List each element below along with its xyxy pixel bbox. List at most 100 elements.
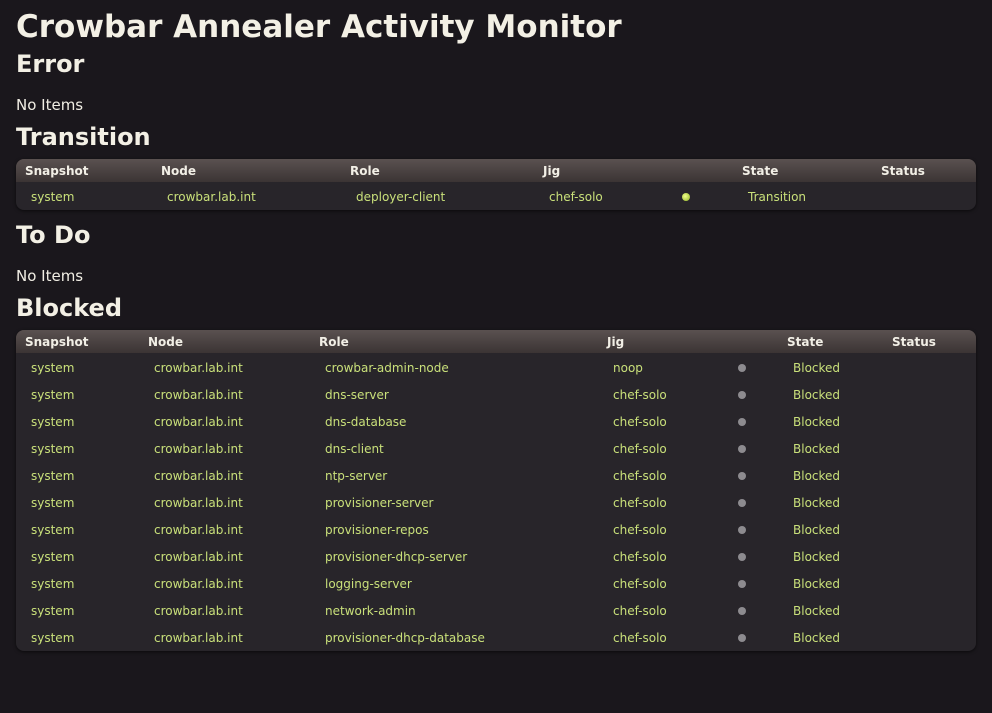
cell-jig: chef-solo xyxy=(613,441,667,456)
cell-state: Blocked xyxy=(793,549,841,564)
status-idle-dot-icon xyxy=(738,579,746,588)
cell-node: crowbar.lab.int xyxy=(154,414,243,429)
cell-status xyxy=(883,624,976,651)
cell-role: ntp-server xyxy=(325,468,388,483)
cell-role: dns-server xyxy=(325,387,389,402)
table-row[interactable]: system crowbar.lab.int crowbar-admin-node n… xyxy=(16,353,976,381)
cell-jig: chef-solo xyxy=(613,522,667,537)
cell-node: crowbar.lab.int xyxy=(154,441,243,456)
page-title: Crowbar Annealer Activity Monitor xyxy=(16,9,622,45)
cell-role: provisioner-server xyxy=(325,495,434,510)
todo-empty-text: No Items xyxy=(16,267,84,285)
cell-role: dns-database xyxy=(325,414,407,429)
blocked-table: Snapshot Node Role Jig State Status syst… xyxy=(16,330,976,651)
table-row[interactable]: system crowbar.lab.int dns-server chef-solo… xyxy=(16,381,976,408)
cell-status xyxy=(872,182,976,210)
table-row[interactable]: system crowbar.lab.int provisioner-repos ch… xyxy=(16,516,976,543)
cell-jig: chef-solo xyxy=(549,189,603,204)
table-row[interactable]: system crowbar.lab.int network-admin chef-s… xyxy=(16,597,976,624)
cell-status xyxy=(883,570,976,597)
table-row[interactable]: system crowbar.lab.int dns-database chef-so… xyxy=(16,408,976,435)
status-idle-dot-icon xyxy=(738,606,746,615)
column-header-jig[interactable]: Jig xyxy=(534,159,667,182)
cell-status xyxy=(883,462,976,489)
cell-snapshot: system xyxy=(31,630,75,645)
cell-state: Blocked xyxy=(793,522,841,537)
cell-jig: chef-solo xyxy=(613,549,667,564)
cell-node: crowbar.lab.int xyxy=(154,522,243,537)
status-idle-dot-icon xyxy=(738,552,746,561)
cell-snapshot: system xyxy=(31,189,75,204)
table-row[interactable]: system crowbar.lab.int logging-server chef-… xyxy=(16,570,976,597)
column-header-status[interactable]: Status xyxy=(872,159,976,182)
transition-table-body: system crowbar.lab.int deployer-client chef… xyxy=(16,182,976,210)
column-header-snapshot[interactable]: Snapshot xyxy=(16,330,139,353)
cell-node: crowbar.lab.int xyxy=(154,468,243,483)
blocked-table-body: system crowbar.lab.int crowbar-admin-node n… xyxy=(16,353,976,651)
cell-state: Blocked xyxy=(793,630,841,645)
column-header-snapshot[interactable]: Snapshot xyxy=(16,159,152,182)
table-row[interactable]: system crowbar.lab.int deployer-client chef… xyxy=(16,182,976,210)
cell-state: Blocked xyxy=(793,387,841,402)
cell-node: crowbar.lab.int xyxy=(154,387,243,402)
cell-snapshot: system xyxy=(31,441,75,456)
activity-monitor-page: Crowbar Annealer Activity Monitor Error … xyxy=(0,0,992,651)
cell-role: provisioner-repos xyxy=(325,522,429,537)
cell-indicator xyxy=(723,543,778,570)
column-header-indicator xyxy=(667,159,733,182)
column-header-indicator xyxy=(723,330,778,353)
section-title-todo: To Do xyxy=(16,221,91,249)
column-header-role[interactable]: Role xyxy=(310,330,598,353)
cell-jig: chef-solo xyxy=(613,603,667,618)
column-header-node[interactable]: Node xyxy=(152,159,341,182)
cell-role: logging-server xyxy=(325,576,412,591)
status-active-dot-icon xyxy=(682,192,690,201)
table-row[interactable]: system crowbar.lab.int provisioner-server c… xyxy=(16,489,976,516)
cell-state: Blocked xyxy=(793,441,841,456)
column-header-role[interactable]: Role xyxy=(341,159,534,182)
cell-jig: chef-solo xyxy=(613,387,667,402)
cell-node: crowbar.lab.int xyxy=(154,549,243,564)
cell-jig: chef-solo xyxy=(613,576,667,591)
table-row[interactable]: system crowbar.lab.int dns-client chef-solo… xyxy=(16,435,976,462)
cell-snapshot: system xyxy=(31,522,75,537)
cell-state: Blocked xyxy=(793,468,841,483)
status-idle-dot-icon xyxy=(738,471,746,480)
table-row[interactable]: system crowbar.lab.int ntp-server chef-solo… xyxy=(16,462,976,489)
cell-role: provisioner-dhcp-database xyxy=(325,630,485,645)
cell-snapshot: system xyxy=(31,549,75,564)
status-idle-dot-icon xyxy=(738,417,746,426)
status-idle-dot-icon xyxy=(738,390,746,399)
cell-snapshot: system xyxy=(31,360,75,375)
cell-jig: noop xyxy=(613,360,643,375)
column-header-node[interactable]: Node xyxy=(139,330,310,353)
section-title-error: Error xyxy=(16,50,85,78)
cell-indicator xyxy=(723,624,778,651)
cell-state: Blocked xyxy=(793,603,841,618)
cell-node: crowbar.lab.int xyxy=(154,603,243,618)
status-idle-dot-icon xyxy=(738,363,746,372)
column-header-status[interactable]: Status xyxy=(883,330,976,353)
cell-jig: chef-solo xyxy=(613,414,667,429)
cell-snapshot: system xyxy=(31,387,75,402)
cell-indicator xyxy=(723,353,778,381)
cell-status xyxy=(883,543,976,570)
blocked-table-header: Snapshot Node Role Jig State Status xyxy=(16,330,976,353)
cell-snapshot: system xyxy=(31,414,75,429)
column-header-state[interactable]: State xyxy=(733,159,872,182)
cell-state: Blocked xyxy=(793,360,841,375)
table-row[interactable]: system crowbar.lab.int provisioner-dhcp-da… xyxy=(16,624,976,651)
status-idle-dot-icon xyxy=(738,498,746,507)
cell-indicator xyxy=(723,408,778,435)
cell-status xyxy=(883,381,976,408)
cell-snapshot: system xyxy=(31,468,75,483)
cell-node: crowbar.lab.int xyxy=(154,630,243,645)
cell-jig: chef-solo xyxy=(613,630,667,645)
cell-state: Transition xyxy=(748,189,807,204)
column-header-jig[interactable]: Jig xyxy=(598,330,723,353)
column-header-state[interactable]: State xyxy=(778,330,883,353)
table-row[interactable]: system crowbar.lab.int provisioner-dhcp-se… xyxy=(16,543,976,570)
status-idle-dot-icon xyxy=(738,525,746,534)
transition-table-header: Snapshot Node Role Jig State Status xyxy=(16,159,976,182)
cell-indicator xyxy=(723,489,778,516)
